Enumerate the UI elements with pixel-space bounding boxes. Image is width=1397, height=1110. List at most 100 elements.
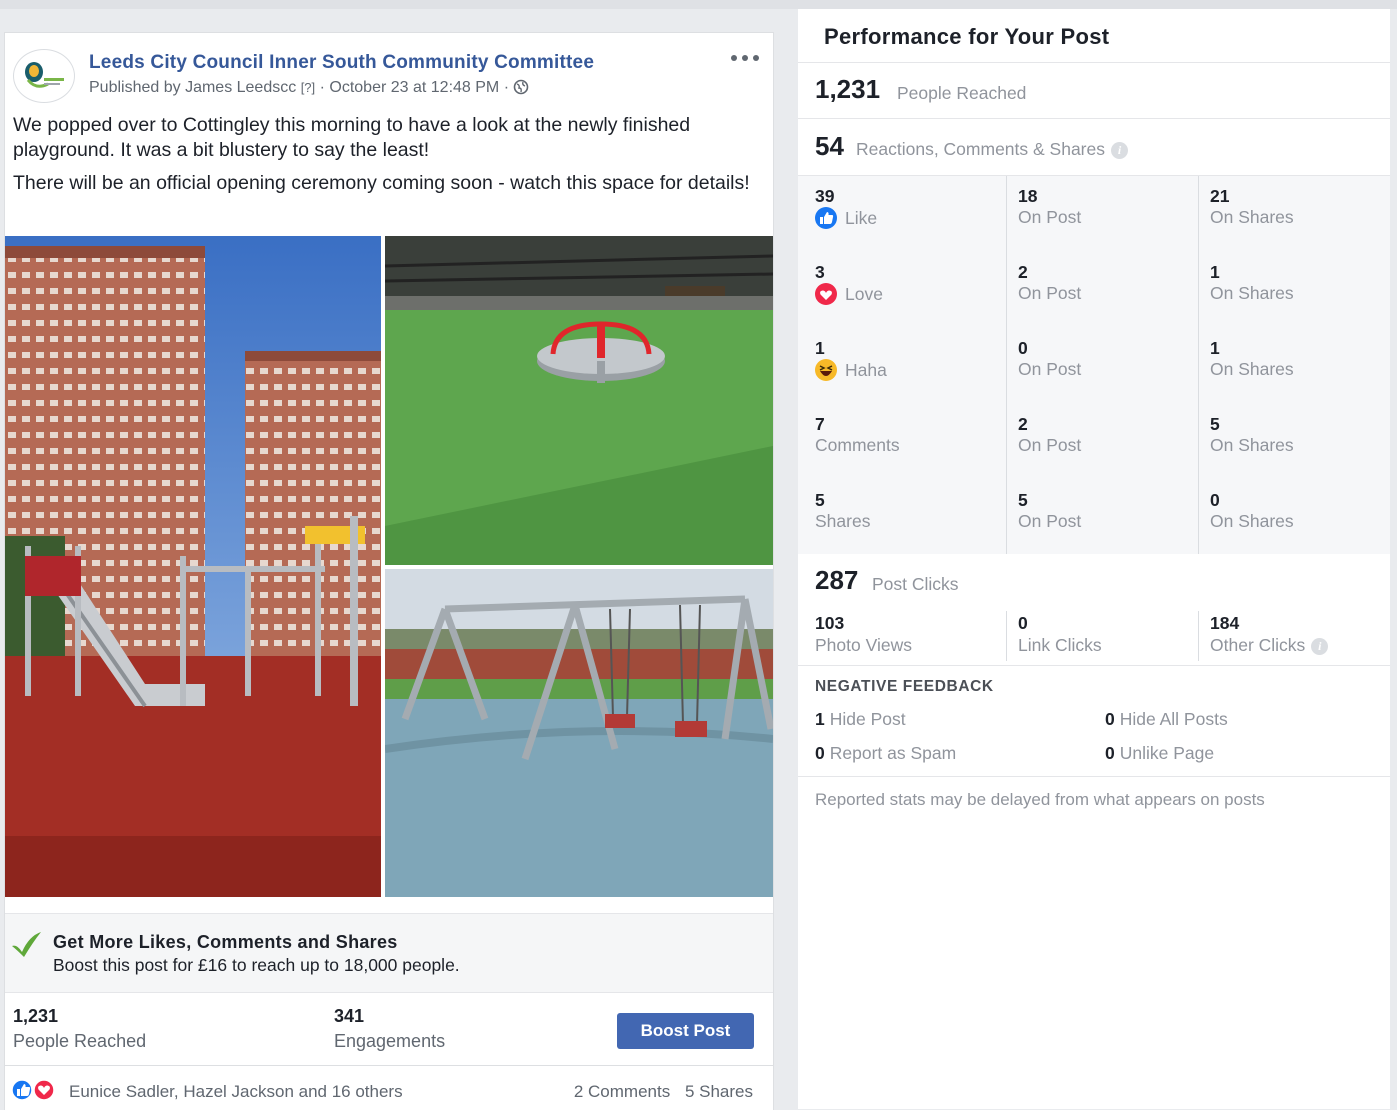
- post-meta: Published by James Leedscc [?] · October…: [89, 79, 529, 97]
- neg-hide-all-value: 0: [1105, 709, 1115, 729]
- comments-on-post-label: On Post: [1018, 435, 1082, 455]
- post-clicks-section: 287 Post Clicks 103 Photo Views 0 Link C…: [798, 555, 1390, 666]
- other-clicks-label-wrap: Other Clicks i: [1210, 635, 1329, 656]
- reaction-summary-icons[interactable]: [11, 1079, 67, 1101]
- love-on-post-cell: 2 On Post: [1006, 252, 1199, 328]
- other-clicks-cell: 184 Other Clicks i: [1198, 611, 1391, 661]
- photo-tower-blocks-slide[interactable]: [5, 236, 381, 897]
- shares-on-shares-cell: 0 On Shares: [1198, 480, 1391, 554]
- post-clicks-value: 287: [815, 565, 859, 595]
- neg-report-spam-value: 0: [815, 743, 825, 763]
- page-avatar[interactable]: [13, 49, 75, 103]
- stats-disclaimer: Reported stats may be delayed from what …: [815, 790, 1265, 809]
- neg-unlike-page: 0 Unlike Page: [1105, 743, 1214, 764]
- community-committee-logo-icon: [19, 51, 69, 101]
- love-on-post-value: 2: [1018, 262, 1028, 282]
- more-options-icon[interactable]: [731, 49, 759, 67]
- love-icon: [815, 283, 837, 305]
- performance-panel: Performance for Your Post 1,231 People R…: [798, 9, 1390, 1109]
- page-name-link[interactable]: Leeds City Council Inner South Community…: [89, 52, 594, 74]
- like-icon: [815, 207, 837, 229]
- promo-subtitle: Boost this post for £16 to reach up to 1…: [53, 955, 460, 975]
- help-mark[interactable]: [?]: [301, 80, 315, 95]
- neg-hide-all-posts: 0 Hide All Posts: [1105, 709, 1228, 730]
- haha-total-cell: 1 Haha: [798, 328, 1006, 404]
- shares-on-post-cell: 5 On Post: [1006, 480, 1199, 554]
- other-clicks-value: 184: [1210, 613, 1240, 633]
- haha-total-value: 1: [815, 338, 825, 358]
- shares-total-value: 5: [815, 490, 825, 510]
- like-on-shares-cell: 21 On Shares: [1198, 176, 1391, 252]
- info-icon[interactable]: i: [1111, 142, 1128, 159]
- engagements-label: Engagements: [334, 1031, 446, 1051]
- performance-header: Performance for Your Post: [798, 9, 1390, 63]
- post-card: Leeds City Council Inner South Community…: [4, 32, 774, 1110]
- haha-icon: [815, 359, 837, 381]
- comments-total-value: 7: [815, 414, 825, 434]
- like-total-cell: 39 Like: [798, 176, 1006, 252]
- reach-label: People Reached: [897, 83, 1027, 103]
- row-shares: 5 Shares 5 On Post 0 On Shares: [798, 480, 1390, 555]
- love-on-shares-cell: 1 On Shares: [1198, 252, 1391, 328]
- published-by[interactable]: Published by James Leedscc: [89, 79, 296, 96]
- promo-title: Get More Likes, Comments and Shares: [53, 932, 398, 952]
- photo-swings[interactable]: [385, 569, 773, 897]
- people-reached-label: People Reached: [13, 1031, 147, 1051]
- post-footer: Eunice Sadler, Hazel Jackson and 16 othe…: [5, 1067, 773, 1110]
- negative-feedback-title: NEGATIVE FEEDBACK: [815, 678, 994, 695]
- comments-on-shares-cell: 5 On Shares: [1198, 404, 1391, 480]
- reactions-summary: 54 Reactions, Comments & Shares i: [798, 119, 1390, 176]
- neg-hide-post-label: Hide Post: [829, 709, 906, 729]
- love-on-post-label: On Post: [1018, 283, 1082, 303]
- info-icon[interactable]: i: [1311, 638, 1329, 655]
- photo-views-cell: 103 Photo Views: [798, 611, 1006, 661]
- link-clicks-value: 0: [1018, 613, 1028, 633]
- boost-post-button[interactable]: Boost Post: [617, 1013, 754, 1049]
- post-stats-bar: 1,231 People Reached 341 Engagements Boo…: [5, 993, 773, 1066]
- post-body: We popped over to Cottingley this mornin…: [13, 113, 753, 204]
- shares-count-link[interactable]: 5 Shares: [685, 1082, 753, 1101]
- row-comments: 7 Comments 2 On Post 5 On Shares: [798, 404, 1390, 481]
- photo-views-label: Photo Views: [815, 635, 912, 655]
- boost-promo-banner: Get More Likes, Comments and Shares Boos…: [5, 913, 773, 993]
- comments-total-cell: 7 Comments: [798, 404, 1006, 480]
- photo-roundabout[interactable]: [385, 236, 773, 565]
- reach-summary: 1,231 People Reached: [798, 63, 1390, 119]
- rcs-value: 54: [815, 131, 844, 161]
- like-on-post-value: 18: [1018, 186, 1038, 206]
- like-label: Like: [845, 208, 878, 228]
- haha-on-post-cell: 0 On Post: [1006, 328, 1199, 404]
- neg-unlike-page-value: 0: [1105, 743, 1115, 763]
- neg-hide-post-value: 1: [815, 709, 825, 729]
- other-clicks-label: Other Clicks: [1210, 635, 1306, 655]
- post-timestamp[interactable]: · October 23 at 12:48 PM ·: [320, 79, 509, 96]
- rcs-label: Reactions, Comments & Shares: [856, 139, 1105, 159]
- link-clicks-label: Link Clicks: [1018, 635, 1102, 655]
- shares-label: Shares: [815, 511, 871, 531]
- photo-views-value: 103: [815, 613, 845, 633]
- comments-count-link[interactable]: 2 Comments: [574, 1082, 670, 1101]
- comments-on-shares-label: On Shares: [1210, 435, 1294, 455]
- neg-report-spam-label: Report as Spam: [829, 743, 957, 763]
- haha-label: Haha: [845, 360, 887, 380]
- love-label: Love: [845, 284, 883, 304]
- neg-hide-post: 1 Hide Post: [815, 709, 906, 730]
- divider: [798, 776, 1390, 777]
- like-on-shares-value: 21: [1210, 186, 1230, 206]
- haha-label-wrap: Haha: [815, 359, 887, 381]
- globe-icon[interactable]: [513, 79, 529, 95]
- row-like: 39 Like 18 On Post 21 On Shares: [798, 176, 1390, 253]
- post-text-paragraph-2: There will be an official opening ceremo…: [13, 172, 750, 194]
- love-total-value: 3: [815, 262, 825, 282]
- comments-on-shares-value: 5: [1210, 414, 1220, 434]
- reach-value: 1,231: [815, 74, 881, 104]
- reactors-link[interactable]: Eunice Sadler, Hazel Jackson and 16 othe…: [69, 1082, 403, 1102]
- comments-on-post-value: 2: [1018, 414, 1028, 434]
- shares-total-cell: 5 Shares: [798, 480, 1006, 554]
- comments-on-post-cell: 2 On Post: [1006, 404, 1199, 480]
- post-header: Leeds City Council Inner South Community…: [5, 33, 773, 113]
- haha-on-shares-cell: 1 On Shares: [1198, 328, 1391, 404]
- photo-grid: [5, 236, 773, 897]
- like-on-shares-label: On Shares: [1210, 207, 1294, 227]
- rcs-label-wrap: Reactions, Comments & Shares i: [856, 139, 1128, 160]
